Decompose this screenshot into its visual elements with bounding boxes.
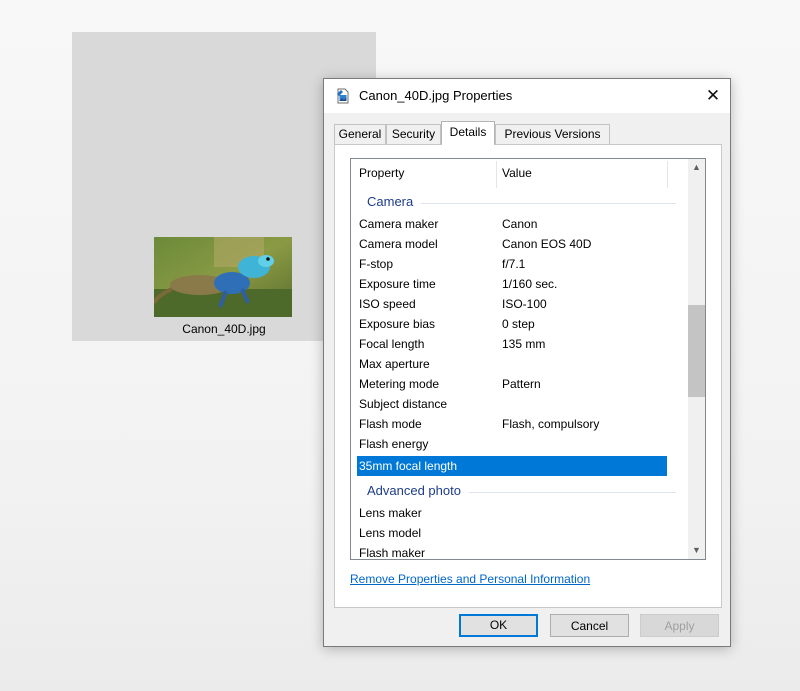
group-divider-line xyxy=(469,492,676,493)
property-name: Max aperture xyxy=(359,357,430,371)
title-bar[interactable]: Canon_40D.jpg Properties ✕ xyxy=(324,79,730,113)
column-header-value[interactable]: Value xyxy=(502,159,532,189)
details-panel: Property Value Camera Camera maker Canon… xyxy=(334,144,722,608)
property-name: Flash mode xyxy=(359,417,422,431)
property-name: Camera model xyxy=(359,237,438,251)
group-title: Advanced photo xyxy=(367,483,467,498)
property-name: Lens maker xyxy=(359,506,422,520)
ok-button[interactable]: OK xyxy=(459,614,538,637)
group-title: Camera xyxy=(367,194,420,209)
property-row[interactable]: Subject distance xyxy=(351,394,688,414)
property-name: 35mm focal length xyxy=(359,459,458,473)
image-file-icon xyxy=(337,88,349,104)
property-row[interactable]: F-stop f/7.1 xyxy=(351,254,688,274)
group-header-advanced-photo[interactable]: Advanced photo xyxy=(351,481,688,501)
column-divider[interactable] xyxy=(496,161,497,188)
scroll-down-arrow-icon[interactable]: ▼ xyxy=(688,542,705,559)
lizard-photo-icon xyxy=(154,237,292,317)
property-value: ISO-100 xyxy=(502,297,547,311)
vertical-scrollbar[interactable]: ▲ ▼ xyxy=(688,159,705,559)
property-name: Metering mode xyxy=(359,377,440,391)
tab-previous-versions[interactable]: Previous Versions xyxy=(495,124,610,144)
tab-general[interactable]: General xyxy=(334,124,386,144)
property-name: Lens model xyxy=(359,526,422,540)
list-header: Property Value xyxy=(351,159,688,190)
property-name: Flash maker xyxy=(359,546,426,560)
property-value: f/7.1 xyxy=(502,257,526,271)
group-divider-line xyxy=(421,203,676,204)
property-row[interactable]: Lens model xyxy=(351,523,688,543)
cancel-button[interactable]: Cancel xyxy=(550,614,629,637)
property-value: Pattern xyxy=(502,377,541,391)
property-row-selected[interactable]: 35mm focal length xyxy=(351,456,688,476)
property-name: Camera maker xyxy=(359,217,439,231)
property-name: F-stop xyxy=(359,257,394,271)
property-row[interactable]: Focal length 135 mm xyxy=(351,334,688,354)
property-row[interactable]: Camera model Canon EOS 40D xyxy=(351,234,688,254)
property-row[interactable]: ISO speed ISO-100 xyxy=(351,294,688,314)
dialog-title: Canon_40D.jpg Properties xyxy=(359,88,513,103)
file-caption[interactable]: Canon_40D.jpg xyxy=(150,322,298,336)
scroll-up-arrow-icon[interactable]: ▲ xyxy=(688,159,705,176)
column-header-property[interactable]: Property xyxy=(359,159,404,189)
property-name: ISO speed xyxy=(359,297,416,311)
property-value: Canon EOS 40D xyxy=(502,237,592,251)
property-row[interactable]: Max aperture xyxy=(351,354,688,374)
apply-button[interactable]: Apply xyxy=(640,614,719,637)
property-value: 0 step xyxy=(502,317,535,331)
property-row[interactable]: Metering mode Pattern xyxy=(351,374,688,394)
property-row[interactable]: Flash energy xyxy=(351,434,688,454)
property-name: Subject distance xyxy=(359,397,448,411)
properties-dialog: Canon_40D.jpg Properties ✕ General Secur… xyxy=(323,78,731,647)
property-name: Focal length xyxy=(359,337,425,351)
column-divider[interactable] xyxy=(667,161,668,188)
property-value: 1/160 sec. xyxy=(502,277,558,291)
property-list[interactable]: Property Value Camera Camera maker Canon… xyxy=(350,158,706,560)
property-name: Exposure bias xyxy=(359,317,436,331)
scroll-thumb[interactable] xyxy=(688,305,705,397)
property-value: Canon xyxy=(502,217,538,231)
property-row[interactable]: Exposure bias 0 step xyxy=(351,314,688,334)
property-name: Flash energy xyxy=(359,437,429,451)
tab-security[interactable]: Security xyxy=(386,124,441,144)
group-header-camera[interactable]: Camera xyxy=(351,192,688,212)
property-row[interactable]: Lens maker xyxy=(351,503,688,523)
tab-details[interactable]: Details xyxy=(441,121,495,145)
property-value: Flash, compulsory xyxy=(502,417,600,431)
property-value: 135 mm xyxy=(502,337,546,351)
property-name: Exposure time xyxy=(359,277,436,291)
property-row[interactable]: Exposure time 1/160 sec. xyxy=(351,274,688,294)
remove-properties-link[interactable]: Remove Properties and Personal Informati… xyxy=(350,572,590,586)
property-row[interactable]: Camera maker Canon xyxy=(351,214,688,234)
property-row[interactable]: Flash maker xyxy=(351,543,688,560)
property-row[interactable]: Flash mode Flash, compulsory xyxy=(351,414,688,434)
close-button[interactable]: ✕ xyxy=(696,79,730,113)
file-thumbnail[interactable] xyxy=(154,237,292,317)
